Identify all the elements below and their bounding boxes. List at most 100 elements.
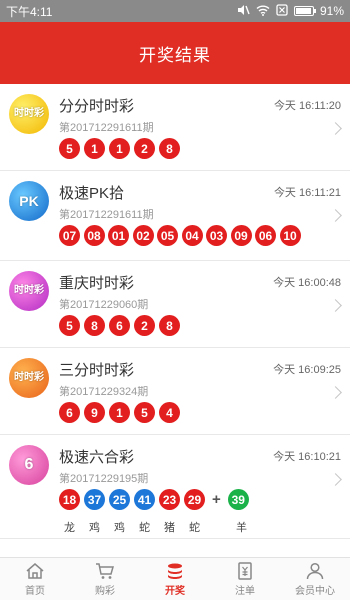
zodiac-label: 鸡 — [114, 522, 125, 534]
result-ball: 1 — [109, 138, 130, 159]
home-icon — [26, 562, 44, 579]
result-ball: 6 — [59, 402, 80, 423]
tab-label: 首页 — [25, 585, 45, 597]
lottery-item-sanfen[interactable]: 时时彩 三分时时彩 今天 16:09:25 第20171229324期 6 9 … — [0, 348, 350, 435]
wifi-icon — [256, 4, 270, 19]
lottery-name: 分分时时彩 — [59, 98, 135, 115]
result-ball: 8 — [84, 315, 105, 336]
receipt-icon — [238, 561, 252, 580]
draw-period: 第201712291611期 — [59, 122, 154, 134]
lottery-item-fenfen[interactable]: 时时彩 分分时时彩 今天 16:11:20 第201712291611期 5 1… — [0, 84, 350, 171]
cart-icon — [96, 562, 114, 579]
coins-icon — [168, 563, 182, 579]
pk10-logo-icon: PK — [9, 181, 49, 221]
chevron-right-icon — [329, 386, 342, 399]
draw-time: 今天 16:10:21 — [273, 451, 341, 463]
tab-results[interactable]: 开奖 — [140, 558, 210, 600]
zodiac-label: 蛇 — [189, 522, 200, 534]
lottery-item-liuhecai[interactable]: 6 极速六合彩 今天 16:10:21 第20171229195期 18 37 … — [0, 435, 350, 539]
lottery-results-list: 时时彩 分分时时彩 今天 16:11:20 第201712291611期 5 1… — [0, 84, 350, 557]
result-balls: 5 8 6 2 8 — [59, 315, 180, 336]
result-ball: 02 — [132, 225, 154, 246]
result-ball: 1 — [109, 402, 130, 423]
page-title: 开奖结果 — [139, 45, 211, 65]
sanfen-logo-icon: 时时彩 — [9, 358, 49, 398]
zodiac-label: 猪 — [164, 522, 175, 534]
mute-icon — [236, 4, 250, 19]
result-ball: 08 — [83, 225, 105, 246]
draw-time: 今天 16:09:25 — [273, 364, 341, 376]
result-ball: 5 — [59, 315, 80, 336]
chevron-right-icon — [329, 299, 342, 312]
result-ball: 9 — [84, 402, 105, 423]
tab-home[interactable]: 首页 — [0, 558, 70, 600]
result-ball: 6 — [109, 315, 130, 336]
zodiac-label: 鸡 — [89, 522, 100, 534]
result-ball: 01 — [108, 225, 129, 246]
result-ball: 4 — [159, 402, 180, 423]
lottery-item-pk10[interactable]: PK 极速PK拾 今天 16:11:21 第201712291611期 07 0… — [0, 171, 350, 261]
draw-period: 第20171229060期 — [59, 299, 149, 311]
battery-fill — [295, 8, 311, 14]
zodiac-label: 龙 — [64, 522, 75, 534]
sim-icon — [276, 3, 288, 19]
battery-icon — [293, 6, 316, 16]
result-ball: 2 — [134, 315, 155, 336]
result-ball: 8 — [159, 315, 180, 336]
fenfen-logo-icon: 时时彩 — [9, 94, 49, 134]
result-ball: 04 — [181, 225, 203, 246]
battery-percent: 91% — [319, 4, 344, 18]
result-ball: 2 — [134, 138, 155, 159]
result-ball: 07 — [59, 225, 80, 246]
tab-label: 购彩 — [95, 585, 115, 597]
chongqing-logo-icon: 时时彩 — [9, 271, 49, 311]
chevron-right-icon — [329, 473, 342, 486]
result-ball: 06 — [255, 225, 276, 246]
result-ball: 5 — [59, 138, 80, 159]
draw-time: 今天 16:11:20 — [273, 100, 341, 112]
result-ball: 25 — [109, 489, 130, 510]
chevron-right-icon — [329, 122, 342, 135]
result-ball: 5 — [134, 402, 155, 423]
lottery-name: 极速PK拾 — [59, 185, 125, 202]
tab-buy[interactable]: 购彩 — [70, 558, 140, 600]
result-ball: 37 — [84, 489, 105, 510]
user-icon — [306, 562, 324, 579]
lottery-item-chongqing[interactable]: 时时彩 重庆时时彩 今天 16:00:48 第20171229060期 5 8 … — [0, 261, 350, 348]
result-balls: 07 08 01 02 05 04 03 09 06 10 — [59, 225, 301, 246]
chevron-right-icon — [329, 209, 342, 222]
tab-member-center[interactable]: 会员中心 — [280, 558, 350, 600]
tab-orders[interactable]: 注单 — [210, 558, 280, 600]
result-ball: 10 — [279, 225, 301, 246]
draw-period: 第20171229195期 — [59, 473, 149, 485]
plus-icon: + — [212, 491, 221, 508]
result-ball: 18 — [59, 489, 80, 510]
result-ball: 41 — [134, 489, 155, 510]
result-ball: 23 — [159, 489, 180, 510]
draw-period: 第20171229324期 — [59, 386, 149, 398]
result-ball: 1 — [84, 138, 105, 159]
liuhecai-logo-icon: 6 — [9, 445, 49, 485]
bottom-tab-bar: 首页 购彩 开奖 注单 会员中心 — [0, 557, 350, 600]
result-ball: 09 — [230, 225, 252, 246]
result-ball: 05 — [157, 225, 178, 246]
result-balls: 5 1 1 2 8 — [59, 138, 180, 159]
result-balls: 18 37 25 41 23 29 + 39 — [59, 489, 249, 510]
special-ball: 39 — [227, 489, 249, 510]
draw-time: 今天 16:00:48 — [273, 277, 341, 289]
header-bar: 开奖结果 — [0, 22, 350, 84]
lottery-name: 三分时时彩 — [59, 362, 135, 379]
lottery-name: 重庆时时彩 — [59, 275, 135, 292]
status-icons: 91% — [236, 3, 344, 19]
special-zodiac-label: 羊 — [236, 522, 247, 534]
status-time: 下午4:11 — [6, 4, 53, 19]
lottery-name: 极速六合彩 — [59, 449, 135, 466]
tab-label: 注单 — [235, 585, 255, 597]
result-balls: 6 9 1 5 4 — [59, 402, 180, 423]
result-ball: 29 — [184, 489, 205, 510]
tab-label: 会员中心 — [295, 585, 335, 597]
status-bar: 下午4:11 91% — [0, 0, 350, 22]
tab-label: 开奖 — [165, 585, 185, 597]
zodiac-row: 龙 鸡 鸡 蛇 猪 蛇 羊 — [59, 519, 252, 535]
zodiac-label: 蛇 — [139, 522, 150, 534]
